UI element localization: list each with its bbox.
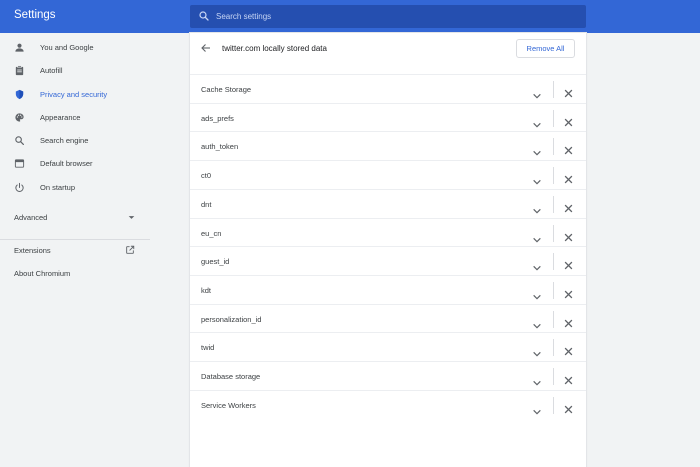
- list-item-label: dnt: [201, 199, 212, 209]
- sidebar-item-label: Default browser: [40, 159, 93, 168]
- list-item[interactable]: Service Workers: [190, 389, 586, 419]
- list-item-label: kdt: [201, 285, 212, 295]
- top-bar: Settings: [0, 0, 700, 33]
- row-separator: [553, 195, 554, 213]
- sidebar-item-label: Search engine: [40, 136, 89, 145]
- row-separator: [553, 281, 554, 299]
- list-item[interactable]: auth_token: [190, 131, 586, 160]
- list-item[interactable]: ct0: [190, 160, 586, 189]
- row-separator: [553, 310, 554, 328]
- chevron-down-icon[interactable]: [533, 143, 541, 156]
- chevron-down-icon[interactable]: [533, 258, 541, 271]
- about-chromium-link[interactable]: About Chromium: [14, 269, 70, 278]
- power-icon: [15, 182, 24, 193]
- caret-down-icon[interactable]: [128, 215, 135, 220]
- sidebar-item-on-startup[interactable]: On startup: [0, 177, 150, 200]
- list-item[interactable]: guest_id: [190, 246, 586, 275]
- list-item-label: guest_id: [201, 257, 230, 267]
- close-icon[interactable]: [564, 85, 573, 98]
- back-arrow-icon[interactable]: [200, 42, 212, 54]
- list-item[interactable]: Database storage: [190, 361, 586, 390]
- close-icon[interactable]: [564, 401, 573, 414]
- list-item-label: ads_prefs: [201, 113, 234, 123]
- sidebar-item-default-browser[interactable]: Default browser: [0, 153, 150, 176]
- sidebar-item-search-engine[interactable]: Search engine: [0, 130, 150, 153]
- advanced-toggle[interactable]: Advanced: [14, 213, 47, 222]
- list-item[interactable]: ads_prefs: [190, 102, 586, 132]
- chevron-down-icon[interactable]: [533, 201, 541, 214]
- row-separator: [553, 81, 554, 98]
- chevron-down-icon[interactable]: [533, 344, 541, 357]
- sidebar-item-label: Privacy and security: [40, 90, 108, 99]
- close-icon[interactable]: [564, 200, 573, 213]
- chevron-down-icon[interactable]: [533, 115, 541, 128]
- list-item-label: Cache Storage: [201, 85, 252, 94]
- page-title: twitter.com locally stored data: [222, 44, 327, 53]
- shield-icon: [15, 89, 24, 100]
- row-separator: [553, 138, 554, 156]
- list-item[interactable]: kdt: [190, 274, 586, 304]
- list-item[interactable]: personalization_id: [190, 303, 586, 333]
- chevron-down-icon[interactable]: [533, 172, 541, 185]
- chevron-down-icon[interactable]: [533, 86, 541, 99]
- open-in-new-icon[interactable]: [125, 245, 135, 255]
- list-item-label: eu_cn: [201, 228, 222, 238]
- list-item-label: ct0: [201, 171, 212, 181]
- list-item-label: personalization_id: [201, 314, 262, 324]
- search-box[interactable]: [190, 5, 586, 28]
- close-icon[interactable]: [564, 257, 573, 270]
- list-item[interactable]: twid: [190, 332, 586, 361]
- app-title: Settings: [14, 9, 56, 21]
- close-icon[interactable]: [564, 372, 573, 385]
- palette-icon: [15, 113, 24, 122]
- chevron-down-icon[interactable]: [533, 373, 541, 386]
- search-icon: [199, 11, 209, 21]
- sidebar-item-label: Autofill: [40, 66, 63, 75]
- chevron-down-icon[interactable]: [533, 287, 541, 300]
- row-separator: [553, 339, 554, 357]
- list-item-label: Database storage: [201, 372, 261, 381]
- sidebar-item-you-and-google[interactable]: You and Google: [0, 37, 150, 60]
- list-item[interactable]: eu_cn: [190, 217, 586, 247]
- sidebar-item-appearance[interactable]: Appearance: [0, 107, 150, 130]
- row-separator: [553, 224, 554, 242]
- chevron-down-icon[interactable]: [533, 402, 541, 415]
- list-item[interactable]: dnt: [190, 188, 586, 218]
- search-icon: [15, 136, 24, 145]
- row-separator: [553, 368, 554, 385]
- row-separator: [553, 109, 554, 127]
- sidebar-divider: [0, 239, 150, 240]
- search-input[interactable]: [216, 5, 576, 28]
- close-icon[interactable]: [564, 114, 573, 127]
- list-item-label: twid: [201, 343, 215, 353]
- list-item-label: Service Workers: [201, 400, 256, 410]
- close-icon[interactable]: [564, 343, 573, 356]
- sidebar-item-privacy-and-security[interactable]: Privacy and security: [0, 84, 150, 107]
- sidebar-item-label: On startup: [40, 183, 76, 192]
- sidebar-item-label: You and Google: [40, 43, 94, 52]
- chevron-down-icon[interactable]: [533, 316, 541, 329]
- list-item-label: auth_token: [201, 142, 239, 152]
- extensions-link[interactable]: Extensions: [14, 246, 51, 255]
- row-separator: [553, 396, 554, 414]
- clipboard-icon: [15, 65, 24, 76]
- close-icon[interactable]: [564, 171, 573, 184]
- sidebar-item-label: Appearance: [40, 113, 81, 122]
- list-item[interactable]: Cache Storage: [190, 74, 586, 103]
- close-icon[interactable]: [564, 286, 573, 299]
- row-separator: [553, 253, 554, 271]
- site-data-card: twitter.com locally stored data Remove A…: [190, 33, 586, 467]
- remove-all-button[interactable]: Remove All: [516, 39, 575, 58]
- close-icon[interactable]: [564, 229, 573, 241]
- chevron-down-icon[interactable]: [533, 230, 541, 243]
- person-icon: [15, 43, 24, 52]
- sidebar-item-autofill[interactable]: Autofill: [0, 60, 150, 83]
- sidebar: You and Google Autofill Privacy and secu…: [0, 33, 150, 467]
- close-icon[interactable]: [564, 315, 573, 327]
- row-separator: [553, 167, 554, 185]
- close-icon[interactable]: [564, 142, 573, 155]
- browser-icon: [14, 159, 25, 168]
